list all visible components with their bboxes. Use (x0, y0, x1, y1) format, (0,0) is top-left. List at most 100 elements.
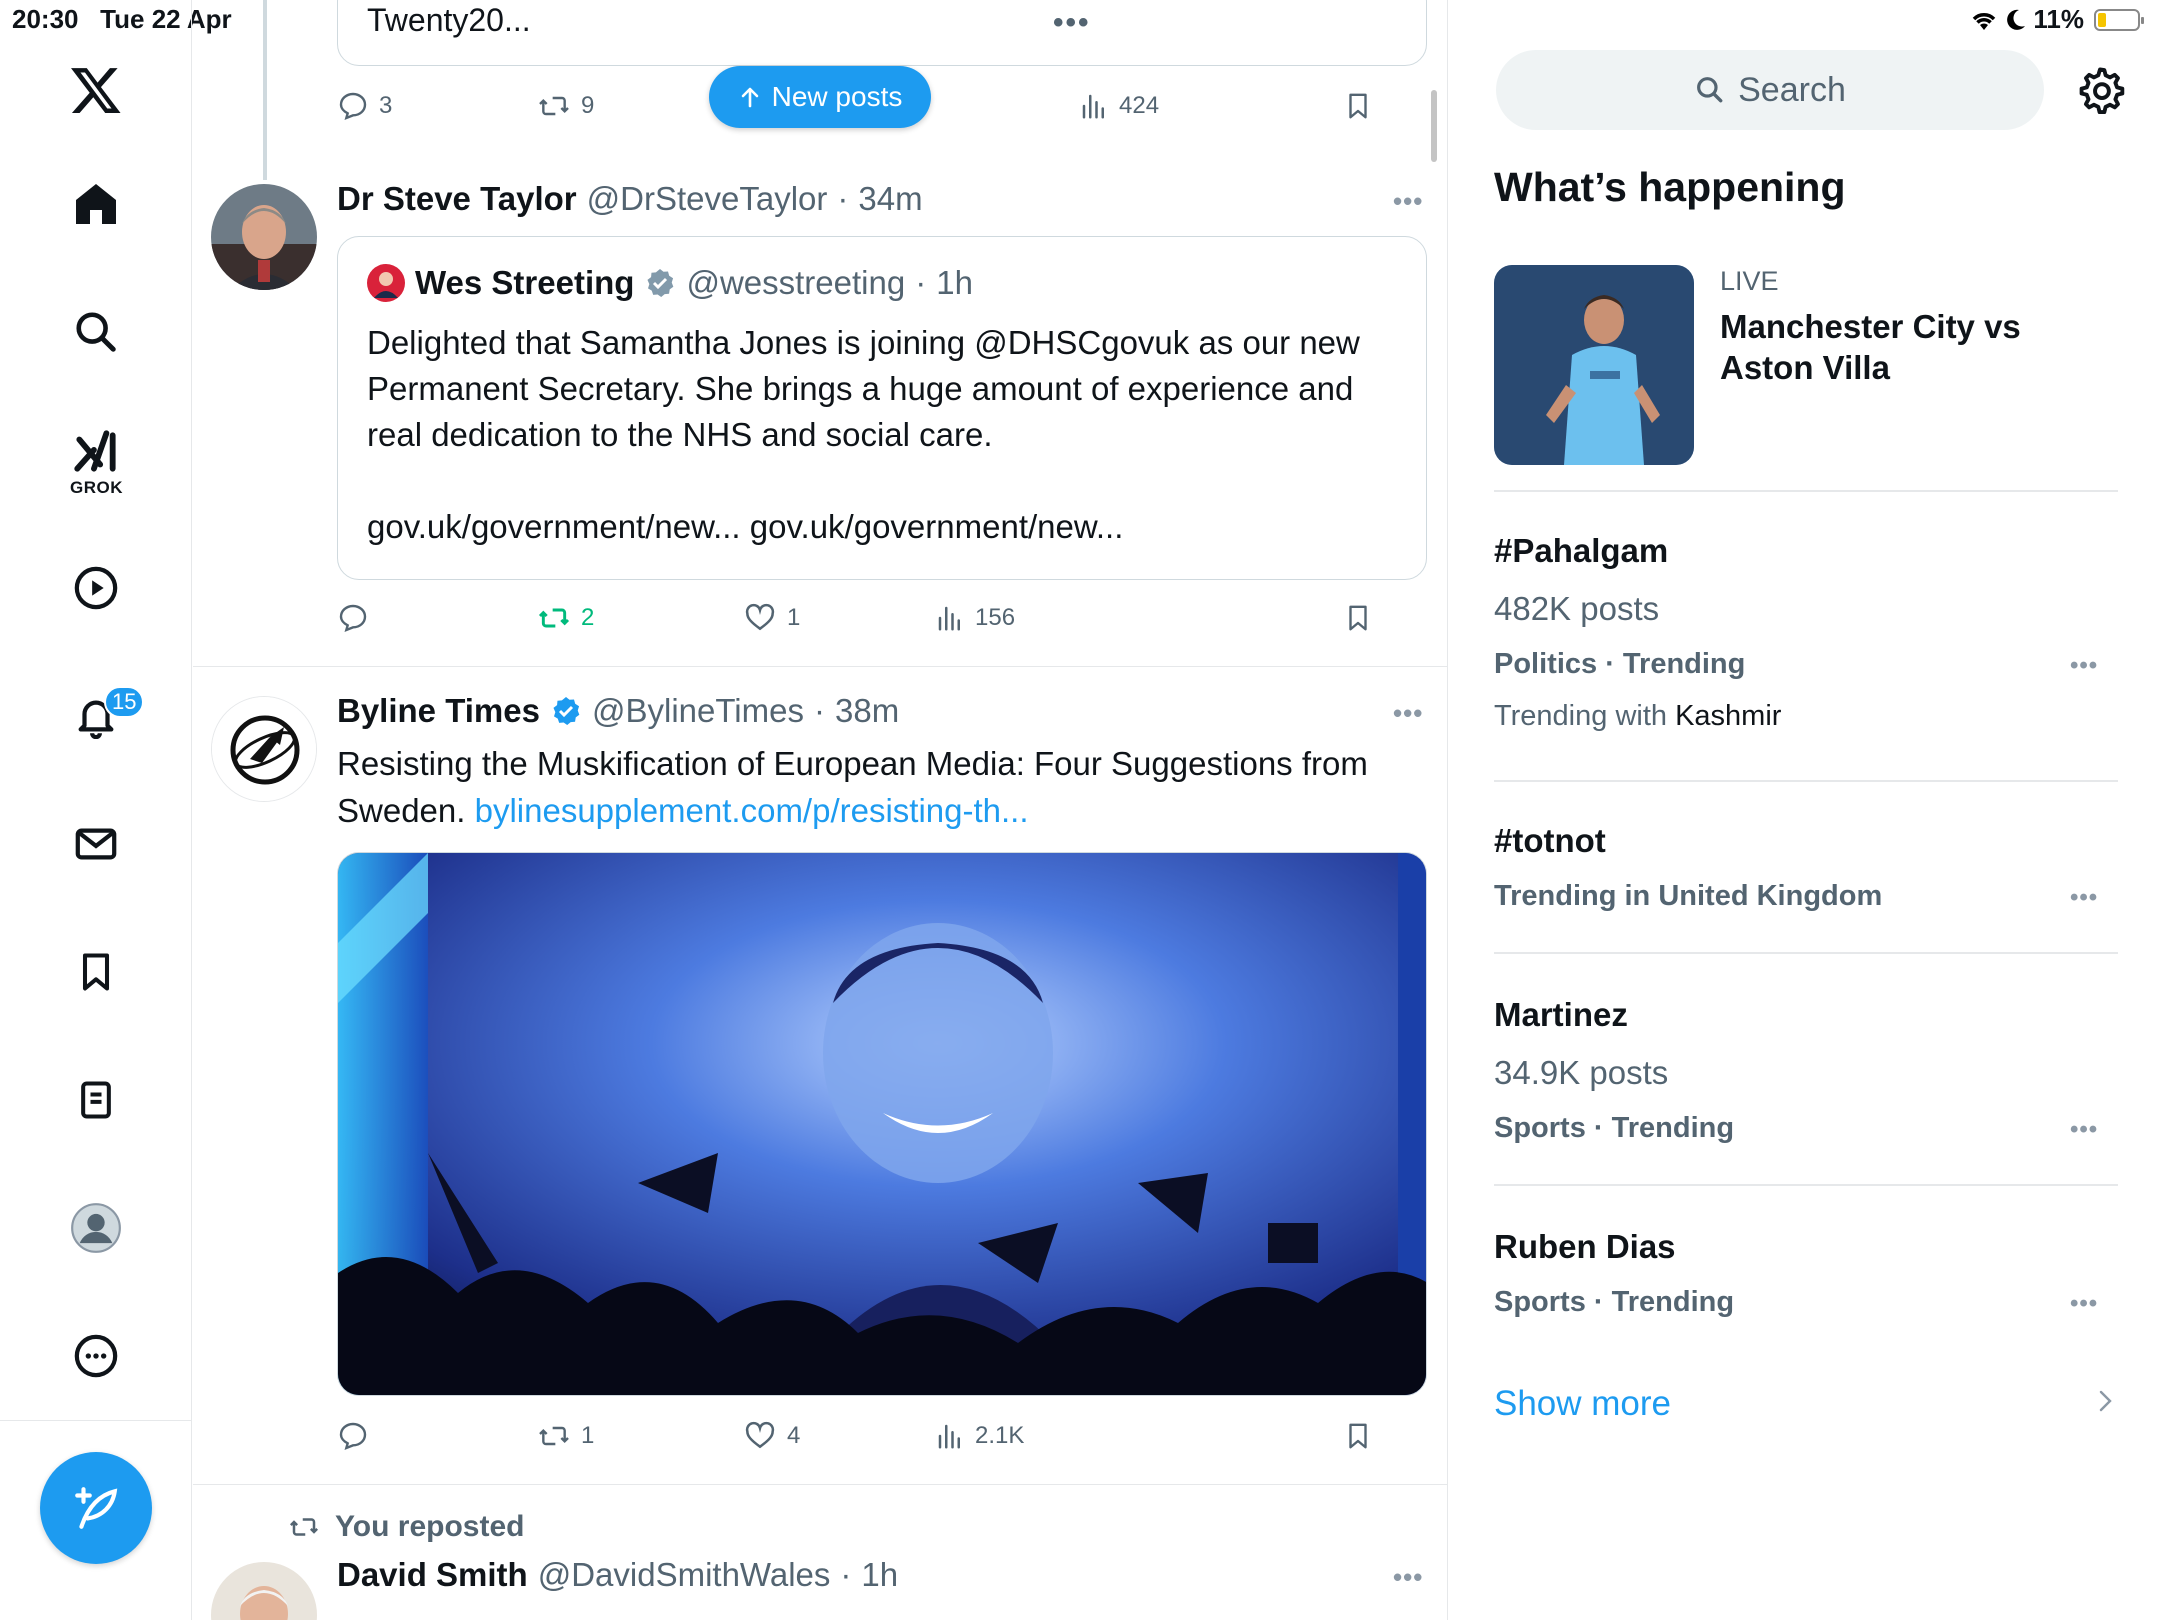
thread-connector-line (263, 0, 267, 180)
battery-icon (2094, 8, 2144, 31)
trend-divider (1494, 780, 2118, 782)
post-more-icon[interactable]: ••• (1393, 1562, 1423, 1593)
new-posts-label: New posts (771, 81, 903, 112)
notifications-badge: 15 (104, 686, 145, 718)
trend-category: Sports · Trending (1494, 1112, 1735, 1144)
post-divider (193, 666, 1447, 667)
post-header: David Smith @DavidSmithWales · 1h (337, 1556, 898, 1594)
views-button[interactable]: 2.1K (935, 1414, 1024, 1458)
x-logo-icon[interactable] (64, 58, 128, 122)
trend-title[interactable]: Martinez (1494, 996, 1628, 1034)
left-nav: GROK 15 (0, 0, 192, 1620)
post-more-icon[interactable]: ••• (1393, 698, 1423, 729)
trend-related: Trending with Kashmir (1494, 700, 1781, 733)
post-actions: 2 1 156 (337, 596, 1367, 640)
verified-blue-badge-icon (553, 697, 580, 725)
author-handle[interactable]: @DrSteveTaylor (587, 180, 828, 218)
status-indicators: 11% (1969, 4, 2144, 35)
author-name[interactable]: David Smith (337, 1556, 528, 1594)
reply-icon (339, 1422, 367, 1451)
post-divider (193, 1484, 1447, 1485)
trend-more-icon[interactable]: ••• (2070, 652, 2098, 680)
reply-button[interactable] (337, 1414, 379, 1458)
repost-label[interactable]: You reposted (335, 1510, 524, 1544)
arrow-up-icon (741, 87, 758, 108)
wifi-icon (1973, 12, 1996, 30)
quoted-post-header: Wes Streeting @wesstreeting · 1h (367, 264, 973, 302)
post-time[interactable]: 34m (858, 180, 922, 218)
more-options-icon[interactable] (64, 1324, 128, 1388)
show-more-link[interactable]: Show more (1494, 1384, 1671, 1424)
author-name[interactable]: Byline Times (337, 692, 540, 730)
live-event-thumbnail[interactable] (1494, 265, 1694, 465)
post-link[interactable]: bylinesupplement.com/p/resisting-th... (475, 792, 1029, 829)
new-posts-pill[interactable]: New posts (709, 66, 931, 128)
explore-search-icon[interactable] (64, 300, 128, 364)
avatar[interactable] (211, 1562, 317, 1620)
trend-title[interactable]: Ruben Dias (1494, 1228, 1676, 1266)
post-more-icon[interactable]: ••• (1393, 186, 1423, 217)
reply-button[interactable] (337, 596, 379, 640)
author-name[interactable]: Dr Steve Taylor (337, 180, 577, 218)
quoted-post-text: Twenty20... (367, 2, 531, 38)
bookmark-button[interactable] (1343, 596, 1373, 640)
section-title: What’s happening (1494, 164, 1846, 210)
quoted-post-more-icon[interactable]: ••• (1053, 6, 1091, 40)
heart-icon (745, 1421, 775, 1449)
post-time[interactable]: 1h (861, 1556, 898, 1594)
reply-button[interactable]: 3 (337, 84, 392, 128)
quoted-avatar (367, 264, 405, 302)
separator-dot: · (915, 264, 927, 301)
separator-dot: · (813, 692, 825, 729)
repost-button[interactable]: 9 (537, 84, 594, 128)
repost-icon (539, 1426, 569, 1446)
grok-label: GROK (70, 478, 123, 497)
repost-count: 9 (581, 92, 595, 119)
trend-more-icon[interactable]: ••• (2070, 1290, 2098, 1318)
repost-button[interactable]: 1 (537, 1414, 594, 1458)
video-play-icon[interactable] (64, 556, 128, 620)
search-input[interactable]: Search (1496, 50, 2044, 130)
trend-title[interactable]: #totnot (1494, 822, 1606, 860)
author-handle[interactable]: @DavidSmithWales (538, 1556, 831, 1594)
battery-percent: 11% (2033, 4, 2084, 34)
trend-related-value[interactable]: Kashmir (1675, 700, 1781, 732)
avatar[interactable] (211, 184, 317, 290)
trend-divider (1494, 490, 2118, 492)
settings-gear-icon[interactable] (2074, 64, 2126, 116)
bookmark-button[interactable] (1343, 1414, 1373, 1458)
views-button[interactable]: 424 (1079, 84, 1159, 128)
like-count: 1 (787, 604, 801, 631)
like-button[interactable]: 4 (743, 1414, 800, 1458)
compose-post-button[interactable] (40, 1452, 152, 1564)
grok-icon[interactable] (64, 420, 128, 484)
separator-dot: · (840, 1556, 852, 1593)
views-count: 156 (975, 604, 1016, 631)
bookmark-button[interactable] (1343, 84, 1373, 128)
like-button[interactable]: 1 (743, 596, 800, 640)
separator-dot: · (837, 180, 849, 217)
post-time[interactable]: 38m (835, 692, 899, 730)
post-media-image[interactable] (337, 852, 1427, 1396)
repost-button[interactable]: 2 (537, 596, 594, 640)
trend-title[interactable]: #Pahalgam (1494, 532, 1668, 570)
lists-icon[interactable] (64, 1068, 128, 1132)
live-event-title[interactable]: Manchester City vs Aston Villa (1720, 306, 2060, 388)
post-header: Dr Steve Taylor @DrSteveTaylor · 34m (337, 180, 923, 218)
home-icon[interactable] (64, 172, 128, 236)
messages-envelope-icon[interactable] (64, 812, 128, 876)
chevron-right-icon[interactable] (2096, 1386, 2116, 1424)
search-placeholder: Search (1738, 70, 1846, 109)
avatar[interactable] (211, 696, 317, 802)
views-button[interactable]: 156 (935, 596, 1015, 640)
quoted-post-text: Delighted that Samantha Jones is joining… (367, 324, 1360, 545)
verified-gray-badge-icon (647, 269, 674, 297)
nav-divider (0, 1420, 192, 1421)
profile-avatar-icon[interactable] (64, 1196, 128, 1260)
bookmark-icon (1349, 93, 1367, 119)
trend-more-icon[interactable]: ••• (2070, 1116, 2098, 1144)
bookmarks-icon[interactable] (64, 940, 128, 1004)
scrollbar[interactable] (1431, 90, 1437, 162)
trend-more-icon[interactable]: ••• (2070, 884, 2098, 912)
author-handle[interactable]: @BylineTimes (592, 692, 804, 730)
